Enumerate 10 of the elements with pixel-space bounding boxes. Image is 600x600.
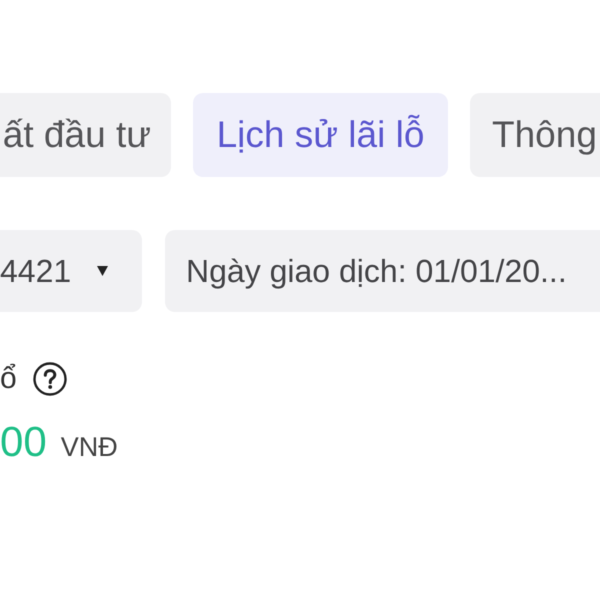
tab[interactable]: Lịch sử lãi lỗ <box>193 93 448 177</box>
caret-icon <box>97 266 108 276</box>
currency-label: VNĐ <box>60 432 118 463</box>
date-filter-button[interactable]: Ngày giao dịch: 01/01/20... <box>165 230 600 312</box>
profit-amount: 00 <box>0 418 47 466</box>
help-icon[interactable] <box>32 362 67 396</box>
account-dropdown[interactable]: 4421 <box>0 230 142 312</box>
summary-label: ổ <box>0 362 17 396</box>
tab[interactable]: ất đầu tư <box>0 93 171 177</box>
tab[interactable]: Thông <box>470 93 600 177</box>
